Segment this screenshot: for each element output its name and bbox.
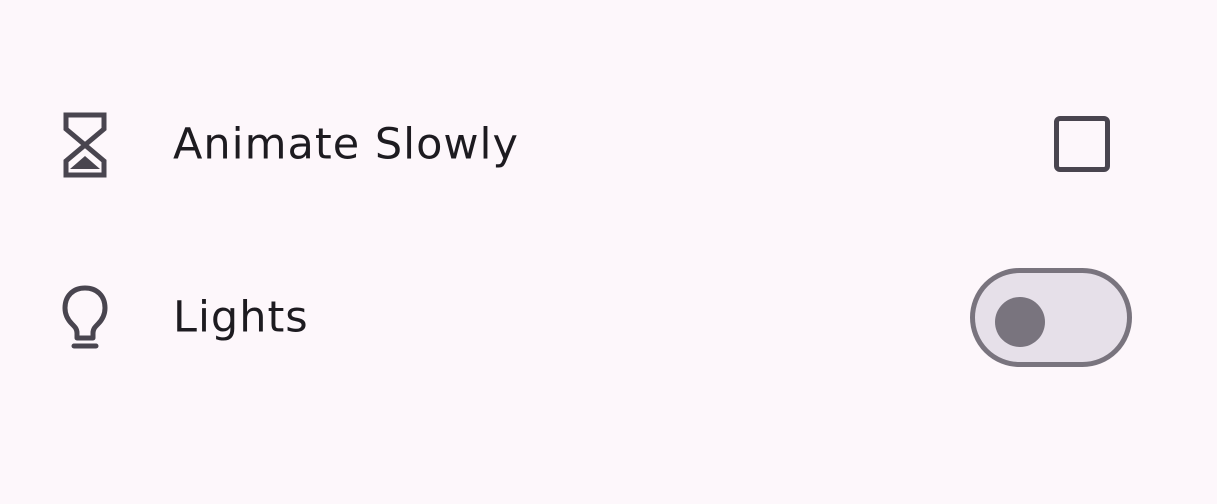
animate-slowly-checkbox[interactable] [1054, 116, 1110, 172]
settings-list: Animate Slowly Lights [0, 0, 1217, 504]
animate-slowly-row[interactable]: Animate Slowly [0, 60, 1217, 230]
hourglass-icon [58, 111, 112, 179]
lights-label: Lights [173, 292, 309, 343]
lightbulb-icon [58, 284, 112, 352]
animate-slowly-label: Animate Slowly [173, 119, 519, 170]
lights-row[interactable]: Lights [0, 233, 1217, 403]
lights-switch[interactable] [970, 268, 1132, 367]
switch-thumb[interactable] [995, 297, 1045, 347]
